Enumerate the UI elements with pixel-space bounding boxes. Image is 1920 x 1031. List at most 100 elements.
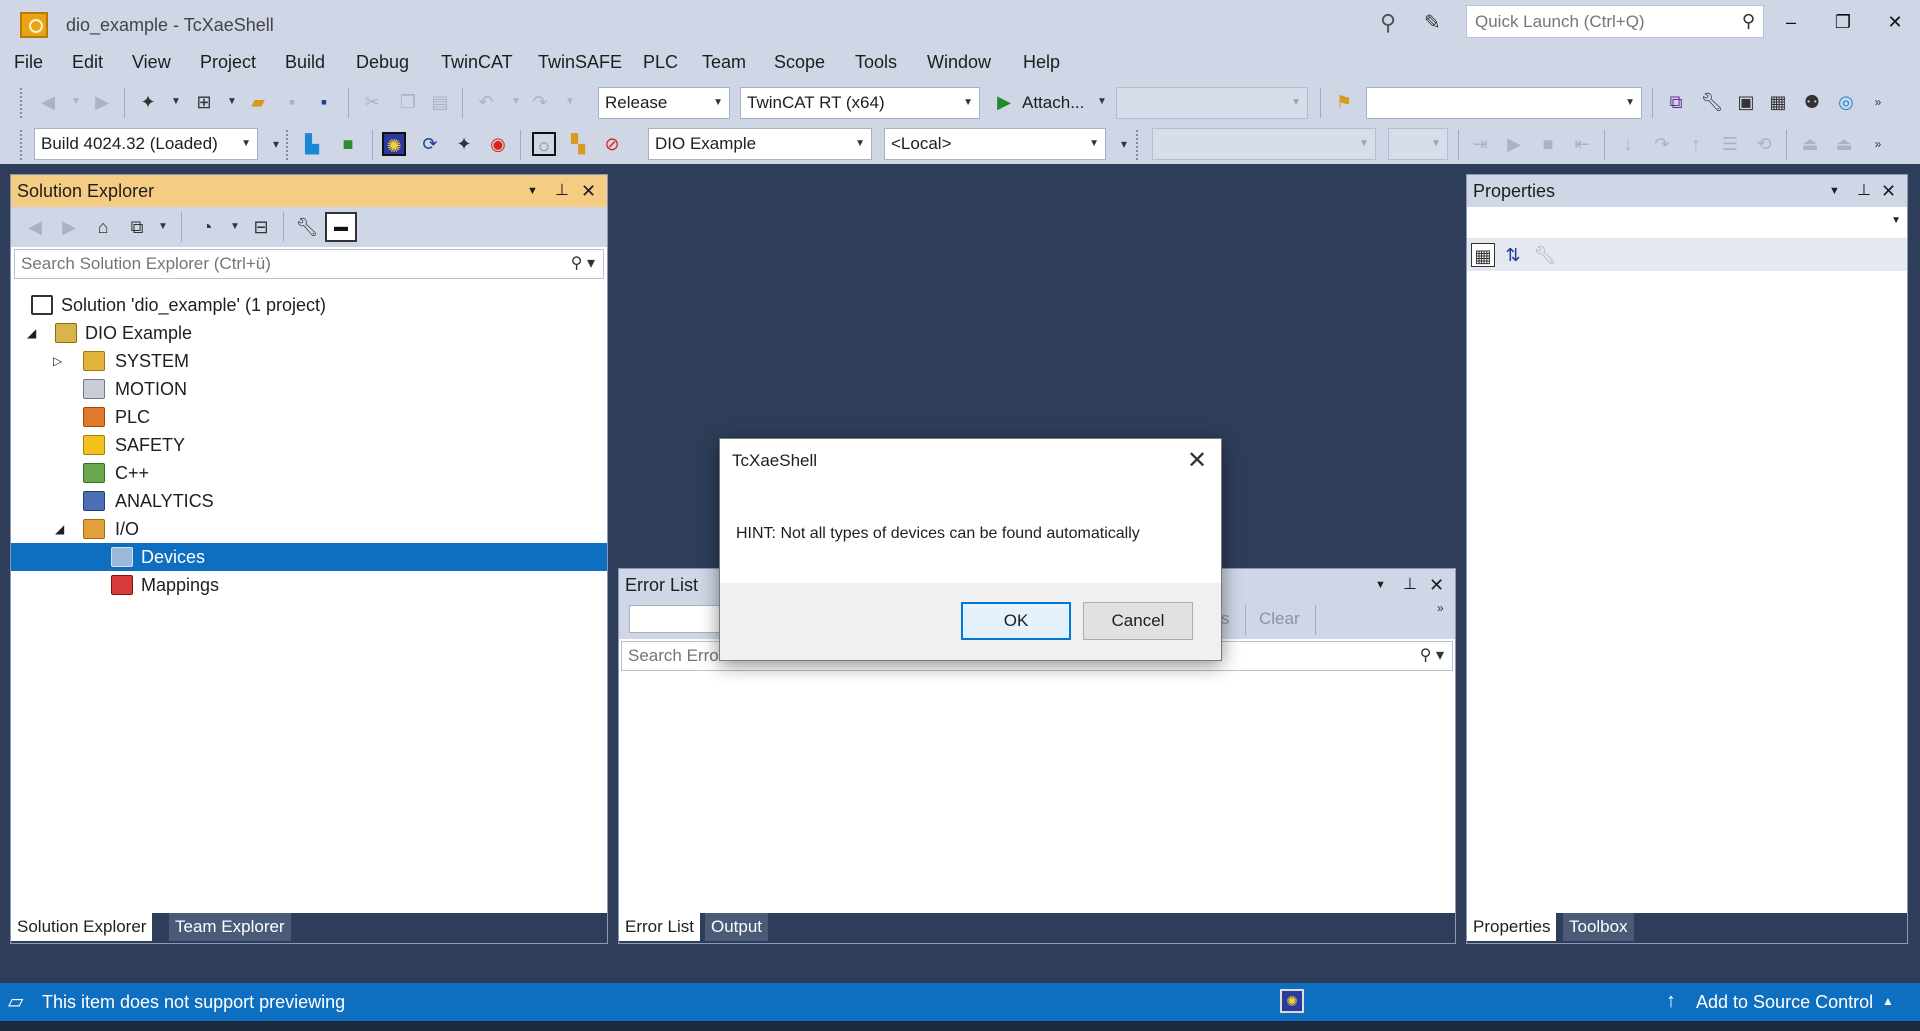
chevron-up-icon[interactable]: ▲ bbox=[1882, 994, 1894, 1008]
step-out-icon[interactable]: ↑ bbox=[1684, 132, 1708, 156]
close-icon[interactable]: ✕ bbox=[1429, 569, 1444, 601]
chevron-down-icon[interactable]: ▼ bbox=[558, 90, 582, 114]
collapse-all-icon[interactable]: ⊟ bbox=[249, 215, 273, 239]
project-select[interactable]: DIO Example ▼ bbox=[648, 128, 872, 160]
team-explorer-icon[interactable]: ⚉ bbox=[1800, 90, 1824, 114]
properties-object-select[interactable]: ▼ bbox=[1467, 207, 1907, 239]
toggle-free-run-icon[interactable]: ◌ bbox=[532, 132, 556, 156]
logout-icon[interactable]: ⇤ bbox=[1570, 132, 1594, 156]
toolbar-grip[interactable] bbox=[20, 130, 24, 160]
chevron-down-icon[interactable]: ▼ bbox=[220, 90, 244, 114]
tab-solution-explorer[interactable]: Solution Explorer bbox=[11, 913, 153, 941]
choose-target-icon[interactable]: ▙ bbox=[300, 132, 324, 156]
step-into-icon[interactable]: ↓ bbox=[1616, 132, 1640, 156]
new-project-icon[interactable]: ✦ bbox=[136, 90, 160, 114]
menu-plc[interactable]: PLC bbox=[643, 52, 678, 73]
toolbar-grip[interactable] bbox=[286, 130, 290, 160]
chevron-down-icon[interactable]: ▼ bbox=[1375, 569, 1386, 601]
activate-configuration-icon[interactable]: ■ bbox=[336, 132, 360, 156]
solution-configuration-select[interactable]: Release ▼ bbox=[598, 87, 730, 119]
search-icon[interactable]: ⚲ ▾ bbox=[571, 253, 595, 273]
ok-button[interactable]: OK bbox=[961, 602, 1071, 640]
pin-icon[interactable]: ⊥ bbox=[1403, 569, 1417, 601]
cut-icon[interactable]: ✂ bbox=[360, 90, 384, 114]
stop-icon[interactable]: ■ bbox=[1536, 132, 1560, 156]
messages-filter-button[interactable]: s bbox=[1221, 609, 1230, 629]
solution-search-box[interactable]: ⚲ ▾ bbox=[14, 249, 604, 279]
breakpoint-list-icon[interactable]: ☰ bbox=[1718, 132, 1742, 156]
menu-debug[interactable]: Debug bbox=[356, 52, 409, 73]
twincat-runtime-icon[interactable]: ✺ bbox=[1280, 989, 1304, 1013]
toolbar-overflow-icon[interactable]: » bbox=[1866, 90, 1890, 114]
target-system-select[interactable]: <Local> ▼ bbox=[884, 128, 1106, 160]
categorized-icon[interactable]: ▦ bbox=[1471, 243, 1495, 267]
filter-icon[interactable]: ⚲ bbox=[1380, 10, 1402, 35]
tab-team-explorer[interactable]: Team Explorer bbox=[169, 913, 291, 941]
build-version-select[interactable]: Build 4024.32 (Loaded) ▼ bbox=[34, 128, 258, 160]
expanded-arrow-icon[interactable]: ◢ bbox=[55, 515, 64, 543]
paste-icon[interactable]: ▤ bbox=[428, 90, 452, 114]
chevron-down-icon[interactable]: ▼ bbox=[527, 175, 538, 207]
menu-window[interactable]: Window bbox=[927, 52, 991, 73]
chevron-down-icon[interactable]: ▼ bbox=[64, 90, 88, 114]
quick-launch-input[interactable] bbox=[1467, 6, 1727, 37]
undo-icon[interactable]: ↶ bbox=[474, 90, 498, 114]
config-mode-icon[interactable]: ✦ bbox=[452, 132, 476, 156]
save-icon[interactable]: ▪ bbox=[280, 90, 304, 114]
start-icon[interactable]: ▶ bbox=[1502, 132, 1526, 156]
menu-edit[interactable]: Edit bbox=[72, 52, 103, 73]
solution-platform-select[interactable]: TwinCAT RT (x64) ▼ bbox=[740, 87, 980, 119]
menu-file[interactable]: File bbox=[14, 52, 43, 73]
tree-item-io[interactable]: ◢ I/O bbox=[11, 515, 607, 543]
expanded-arrow-icon[interactable]: ◢ bbox=[27, 319, 36, 347]
step-over-icon[interactable]: ↷ bbox=[1650, 132, 1674, 156]
scan-icon[interactable]: ◉ bbox=[486, 132, 510, 156]
arrow-up-icon[interactable]: ↑ bbox=[1666, 990, 1676, 1013]
reload-icon[interactable]: ⟳ bbox=[418, 132, 442, 156]
show-online-data-icon[interactable]: ▚ bbox=[566, 132, 590, 156]
tree-item-system[interactable]: ▷ SYSTEM bbox=[11, 347, 607, 375]
search-icon[interactable]: ⚲ bbox=[1742, 11, 1755, 32]
collapsed-arrow-icon[interactable]: ▷ bbox=[53, 347, 62, 375]
alphabetical-icon[interactable]: ⇅ bbox=[1501, 243, 1525, 267]
object-browser-icon[interactable]: ▣ bbox=[1734, 90, 1758, 114]
find-combo[interactable]: ▼ bbox=[1366, 87, 1642, 119]
reset-icon[interactable]: ⟲ bbox=[1752, 132, 1776, 156]
tree-item-solution[interactable]: Solution 'dio_example' (1 project) bbox=[11, 291, 607, 319]
properties-wrench-icon[interactable]: 🔧︎ bbox=[1700, 90, 1724, 114]
menu-twincat[interactable]: TwinCAT bbox=[441, 52, 513, 73]
close-icon[interactable]: ✕ bbox=[1183, 447, 1211, 475]
quick-launch-box[interactable]: ⚲ bbox=[1466, 5, 1764, 38]
tab-output[interactable]: Output bbox=[705, 913, 769, 941]
forward-icon[interactable]: ▶ bbox=[57, 215, 81, 239]
toolbar-overflow-icon[interactable]: » bbox=[1437, 601, 1444, 615]
close-window-button[interactable]: ✕ bbox=[1872, 6, 1918, 38]
search-icon[interactable]: ⚲ ▾ bbox=[1420, 645, 1444, 665]
switch-views-icon[interactable]: ⧉ bbox=[125, 215, 149, 239]
pending-changes-icon[interactable]: ◔ bbox=[195, 215, 219, 239]
tree-item-motion[interactable]: MOTION bbox=[11, 375, 607, 403]
redo-icon[interactable]: ↷ bbox=[528, 90, 552, 114]
attach-button[interactable]: Attach... bbox=[1022, 93, 1084, 113]
chevron-down-icon[interactable]: ▼ bbox=[223, 215, 247, 239]
copy-icon[interactable]: ❐ bbox=[396, 90, 420, 114]
toolbar-overflow-icon[interactable]: ▾ bbox=[1112, 132, 1136, 156]
restore-button[interactable]: ❐ bbox=[1820, 6, 1866, 38]
open-folder-icon[interactable]: ▰ bbox=[246, 90, 270, 114]
tree-item-cpp[interactable]: C++ bbox=[11, 459, 607, 487]
menu-project[interactable]: Project bbox=[200, 52, 256, 73]
tab-properties[interactable]: Properties bbox=[1467, 913, 1557, 941]
menu-help[interactable]: Help bbox=[1023, 52, 1060, 73]
chevron-down-icon[interactable]: ▼ bbox=[1829, 175, 1840, 207]
toolbar-grip[interactable] bbox=[1136, 130, 1140, 160]
solution-search-input[interactable] bbox=[15, 250, 555, 278]
chevron-down-icon[interactable]: ▼ bbox=[1090, 90, 1114, 114]
tab-toolbox[interactable]: Toolbox bbox=[1563, 913, 1634, 941]
menu-scope[interactable]: Scope bbox=[774, 52, 825, 73]
properties-wrench-icon[interactable]: 🔧︎ bbox=[295, 215, 319, 239]
solution-explorer-icon[interactable]: ⧉ bbox=[1664, 90, 1688, 114]
sort-disabled-icon[interactable]: ⊘ bbox=[600, 132, 624, 156]
menu-view[interactable]: View bbox=[132, 52, 171, 73]
tree-item-analytics[interactable]: ANALYTICS bbox=[11, 487, 607, 515]
close-icon[interactable]: ✕ bbox=[1881, 175, 1896, 207]
